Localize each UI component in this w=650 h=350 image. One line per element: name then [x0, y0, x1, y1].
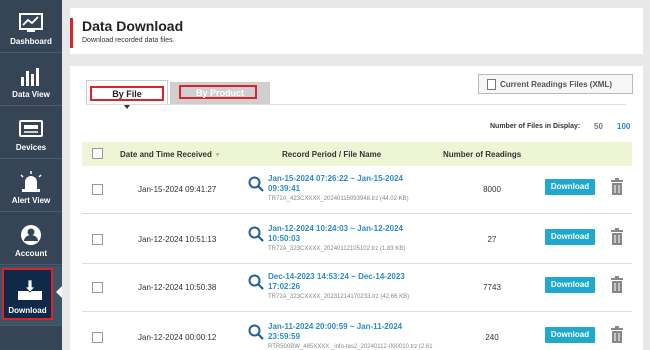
row-date: Jan-12-2024 00:00:12: [138, 333, 217, 342]
row-date: Jan-12-2024 10:50:38: [138, 283, 217, 292]
table-row: Jan-15-2024 09:41:27 Jan-15-2024 07:26:22…: [82, 166, 632, 214]
header-period: Record Period / File Name: [282, 150, 382, 159]
header-date[interactable]: Date and Time Received ▼: [120, 150, 221, 159]
table-header: Date and Time Received ▼ Record Period /…: [82, 142, 632, 166]
nav-devices-label: Devices: [15, 143, 47, 152]
nav-data-view-label: Data View: [12, 90, 50, 99]
row-record-period[interactable]: Dec-14-2023 14:53:24 ~ Dec-14-2023 17:02…: [268, 272, 428, 292]
tab-by-product-label: By Product: [195, 88, 244, 98]
row-record-period[interactable]: Jan-12-2024 10:24:03 ~ Jan-12-2024 10:50…: [268, 224, 428, 244]
nav-download[interactable]: Download: [0, 266, 62, 326]
row-file-name: TR72A_323CXXXX_20231214170233.trz (42.66…: [268, 294, 410, 300]
row-record-period[interactable]: Jan-15-2024 07:26:22 ~ Jan-15-2024 09:39…: [268, 174, 428, 194]
download-button[interactable]: Download: [545, 277, 595, 293]
active-caret: [56, 286, 62, 298]
files-display-50[interactable]: 50: [594, 122, 603, 131]
tab-divider: [86, 104, 626, 105]
magnifier-icon[interactable]: [248, 226, 264, 242]
row-file-name: TR72A_423CXXXX_20240115093948.trz (44.02…: [268, 196, 409, 202]
download-button[interactable]: Download: [545, 179, 595, 195]
row-checkbox[interactable]: [92, 332, 103, 343]
row-checkbox[interactable]: [92, 282, 103, 293]
row-record-period[interactable]: Jan-11-2024 20:00:59 ~ Jan-11-2024 23:59…: [268, 322, 428, 342]
download-button[interactable]: Download: [545, 229, 595, 245]
nav-devices[interactable]: Devices: [0, 106, 62, 159]
page-header: Data Download Download recorded data fil…: [70, 8, 643, 54]
magnifier-icon[interactable]: [248, 274, 264, 290]
row-readings: 7743: [483, 283, 501, 292]
nav-account[interactable]: Account: [0, 212, 62, 265]
nav-data-view[interactable]: Data View: [0, 53, 62, 106]
row-date: Jan-12-2024 10:51:13: [138, 235, 217, 244]
row-checkbox[interactable]: [92, 234, 103, 245]
main-panel: By File By Product Current Readings File…: [70, 66, 643, 350]
nav-alert-view-label: Alert View: [11, 196, 51, 205]
nav-account-label: Account: [15, 249, 47, 258]
files-display-100[interactable]: 100: [617, 122, 630, 131]
row-readings: 8000: [483, 185, 501, 194]
tab-by-file[interactable]: By File: [86, 80, 168, 109]
nav-dashboard[interactable]: Dashboard: [0, 0, 62, 53]
bar-chart-icon: [21, 68, 39, 86]
header-date-label: Date and Time Received: [120, 150, 212, 159]
download-button[interactable]: Download: [545, 327, 595, 343]
trash-icon[interactable]: [610, 228, 624, 246]
caret-down-icon: [124, 105, 130, 109]
row-file-name: TR72A_323CXXXX_20240112105102.trz (1.83 …: [268, 246, 406, 252]
row-readings: 27: [487, 235, 497, 244]
magnifier-icon[interactable]: [248, 176, 264, 192]
tab-by-product[interactable]: By Product: [170, 82, 270, 104]
nav-dashboard-label: Dashboard: [10, 37, 52, 46]
row-checkbox[interactable]: [92, 184, 103, 195]
current-readings-xml-button[interactable]: Current Readings Files (XML): [478, 74, 633, 94]
device-icon: [19, 120, 43, 137]
file-icon: [487, 79, 496, 90]
page-subtitle: Download recorded data files.: [82, 37, 175, 44]
header-readings: Number of Readings: [443, 150, 522, 159]
select-all-checkbox[interactable]: [92, 148, 103, 159]
dashboard-icon: [19, 13, 43, 32]
page-title: Data Download: [82, 18, 184, 34]
header-accent-bar: [70, 18, 73, 48]
xml-button-label: Current Readings Files (XML): [500, 80, 613, 89]
row-readings: 240: [485, 333, 499, 342]
nav-alert-view[interactable]: Alert View: [0, 159, 62, 212]
sort-icon: ▼: [214, 152, 222, 159]
table-row: Jan-12-2024 10:51:13 Jan-12-2024 10:24:03…: [82, 216, 632, 264]
sidebar: Dashboard Data View Devices Alert View A…: [0, 0, 62, 350]
trash-icon[interactable]: [610, 178, 624, 196]
row-date: Jan-15-2024 09:41:27: [138, 185, 217, 194]
files-display-label: Number of Files in Display:: [490, 123, 581, 130]
table-row: Jan-12-2024 10:50:38 Dec-14-2023 14:53:24…: [82, 264, 632, 312]
tab-by-file-label: By File: [112, 89, 142, 99]
table-row: Jan-12-2024 00:00:12 Jan-11-2024 20:00:59…: [82, 314, 632, 350]
trash-icon[interactable]: [610, 326, 624, 344]
download-tray-icon: [18, 279, 42, 300]
nav-download-label: Download: [8, 306, 47, 315]
nav-download-highlight: Download: [2, 268, 53, 320]
alert-light-icon: [20, 171, 42, 192]
trash-icon[interactable]: [610, 276, 624, 294]
row-file-name: RTR500BW_485XXXX _info-tes2_20240112-000…: [268, 344, 433, 350]
magnifier-icon[interactable]: [248, 324, 264, 340]
account-icon: [21, 225, 41, 245]
